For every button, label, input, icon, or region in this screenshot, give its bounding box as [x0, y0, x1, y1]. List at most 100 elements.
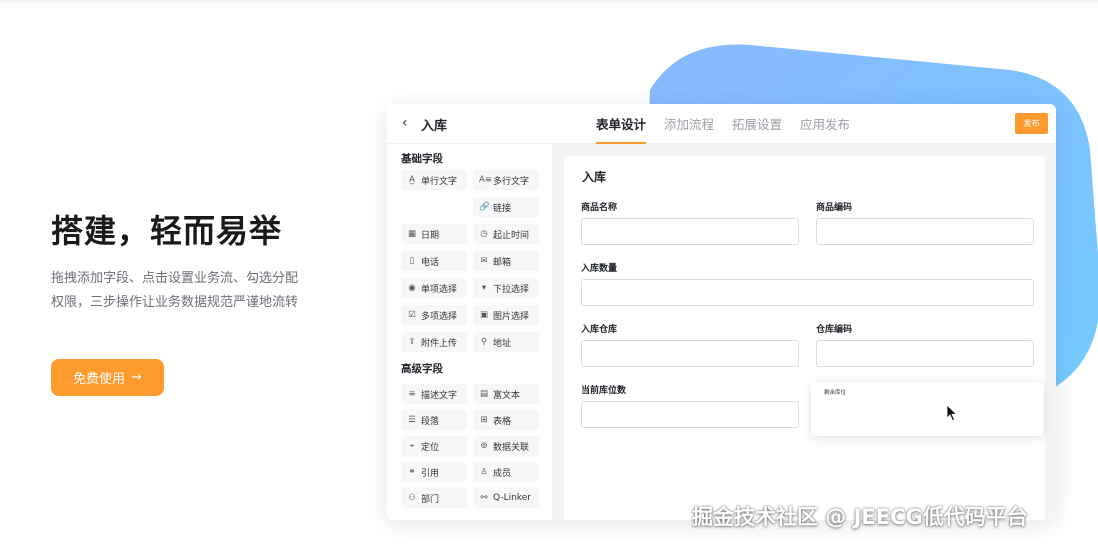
- field-member[interactable]: ♙ 成员: [473, 462, 539, 482]
- top-divider: [0, 0, 1098, 3]
- field-label: 部门: [421, 494, 440, 505]
- field-table[interactable]: ⊞ 表格: [473, 410, 539, 430]
- hero-title: 搭建，轻而易举: [51, 212, 283, 250]
- publish-button[interactable]: 发布: [1015, 113, 1048, 134]
- field-label: 地址: [493, 338, 512, 349]
- field-address[interactable]: ⚲ 地址: [473, 332, 539, 352]
- tab-form-design[interactable]: 表单设计: [596, 114, 647, 144]
- calendar-icon: ▦: [407, 229, 417, 239]
- field-label: 段落: [421, 416, 440, 427]
- linker-icon: ⚯: [480, 493, 488, 503]
- label-product-name: 商品名称: [581, 203, 618, 213]
- mouse-pointer-icon: [946, 404, 958, 422]
- field-label: 多行文字: [493, 176, 530, 187]
- location-icon: ⚲: [480, 337, 488, 347]
- back-icon[interactable]: ‹: [402, 115, 408, 131]
- field-phone[interactable]: ▯ 电话: [401, 251, 467, 271]
- field-link[interactable]: 🔗 链接: [473, 197, 539, 217]
- field-label: 日期: [421, 230, 440, 241]
- label-bin: 当前库位数: [581, 386, 627, 396]
- label-warehouse-code: 仓库编码: [816, 325, 853, 335]
- form-title: 入库: [582, 170, 607, 184]
- clock-icon: ◷: [480, 229, 488, 239]
- field-reference[interactable]: ⚭ 引用: [401, 462, 467, 482]
- paragraph-icon: ☰: [408, 415, 416, 425]
- text-icon: A̲: [409, 175, 415, 185]
- tab-extend-settings[interactable]: 拓展设置: [732, 114, 782, 144]
- field-dropdown[interactable]: ▾ 下拉选择: [473, 278, 539, 298]
- product-name-input[interactable]: [581, 218, 799, 245]
- upload-icon: ⇪: [408, 337, 416, 347]
- field-single-line-text[interactable]: A̲ 单行文字: [401, 170, 467, 190]
- field-label: 单行文字: [421, 176, 458, 187]
- quantity-input[interactable]: [581, 279, 1034, 306]
- pin-icon: ⌖: [409, 441, 415, 451]
- field-multi-line-text[interactable]: A≡ 多行文字: [473, 170, 539, 190]
- field-data-relation[interactable]: ⊚ 数据关联: [473, 436, 539, 456]
- dropdown-icon: ▾: [481, 283, 487, 293]
- product-code-input[interactable]: [816, 218, 1034, 245]
- advanced-fields-title: 高级字段: [401, 363, 443, 375]
- field-q-linker[interactable]: ⚯ Q-Linker: [473, 488, 539, 508]
- field-label: 成员: [493, 468, 512, 479]
- field-multi-choice[interactable]: ☑ 多项选择: [401, 305, 467, 325]
- field-label: 富文本: [493, 390, 521, 401]
- field-email[interactable]: ✉ 邮箱: [473, 251, 539, 271]
- field-time-range[interactable]: ◷ 起止时间: [473, 224, 539, 244]
- label-quantity: 入库数量: [581, 264, 618, 274]
- bin-input[interactable]: [581, 401, 799, 428]
- arrow-right-icon: →: [131, 370, 142, 385]
- field-label: 引用: [421, 468, 440, 479]
- mail-icon: ✉: [480, 256, 488, 266]
- field-label: Q-Linker: [493, 493, 531, 503]
- field-label: 图片选择: [493, 311, 530, 322]
- reference-icon: ⚭: [408, 467, 416, 477]
- table-icon: ⊞: [480, 415, 488, 425]
- field-palette: 基础字段 A̲ 单行文字 A≡ 多行文字 🔗 链接 ▦ 日期 ◷ 起止时间 ▯ 电话 ✉ 邮箱…: [387, 144, 552, 520]
- tab-add-process[interactable]: 添加流程: [664, 114, 714, 144]
- field-positioning[interactable]: ⌖ 定位: [401, 436, 467, 456]
- field-label: 单项选择: [421, 284, 458, 295]
- field-label: 描述文字: [421, 390, 458, 401]
- field-description[interactable]: ≡ 描述文字: [401, 384, 467, 404]
- field-attachment[interactable]: ⇪ 附件上传: [401, 332, 467, 352]
- field-date[interactable]: ▦ 日期: [401, 224, 467, 244]
- field-label: 表格: [493, 416, 512, 427]
- field-image-choice[interactable]: ▣ 图片选择: [473, 305, 539, 325]
- step-tabs: 表单设计 添加流程 拓展设置 应用发布: [596, 114, 850, 144]
- field-label: 定位: [421, 442, 440, 453]
- field-label: 邮箱: [493, 257, 512, 268]
- checkbox-icon: ☑: [408, 310, 416, 320]
- page: 搭建，轻而易举 拖拽添加字段、点击设置业务流、勾选分配权限，三步操作让业务数据规…: [0, 0, 1098, 547]
- field-label: 电话: [421, 257, 440, 268]
- form-designer-window: ‹ 入库 表单设计 添加流程 拓展设置 应用发布 发布 基础字段 A̲ 单行文字 …: [387, 104, 1056, 520]
- field-label: 链接: [493, 203, 512, 214]
- label-product-code: 商品编码: [816, 203, 853, 213]
- field-label: 起止时间: [493, 230, 530, 241]
- phone-icon: ▯: [409, 256, 415, 266]
- form-canvas: [564, 156, 1045, 520]
- window-header: ‹ 入库 表单设计 添加流程 拓展设置 应用发布 发布: [387, 104, 1056, 144]
- field-department[interactable]: ⚇ 部门: [401, 488, 467, 508]
- hero-description: 拖拽添加字段、点击设置业务流、勾选分配权限，三步操作让业务数据规范严谨地流转: [51, 271, 299, 310]
- field-rich-text[interactable]: ▤ 富文本: [473, 384, 539, 404]
- link-icon: 🔗: [479, 202, 490, 212]
- rich-text-icon: ▤: [479, 389, 489, 399]
- window-title: 入库: [421, 119, 448, 134]
- warehouse-input[interactable]: [581, 340, 799, 367]
- field-label: 下拉选择: [493, 284, 530, 295]
- relation-icon: ⊚: [480, 441, 488, 451]
- free-trial-button[interactable]: 免费使用 →: [51, 359, 164, 396]
- field-single-choice[interactable]: ◉ 单项选择: [401, 278, 467, 298]
- watermark-text: 掘金技术社区 @ JEECG低代码平台: [692, 505, 1028, 529]
- multiline-text-icon: A≡: [479, 175, 492, 185]
- field-paragraph[interactable]: ☰ 段落: [401, 410, 467, 430]
- cta-label: 免费使用: [73, 372, 126, 387]
- warehouse-code-input[interactable]: [816, 340, 1034, 367]
- radio-icon: ◉: [408, 283, 416, 293]
- description-icon: ≡: [408, 389, 416, 399]
- dragging-field-label: 剩余库位: [824, 390, 847, 396]
- tab-app-publish[interactable]: 应用发布: [800, 114, 850, 144]
- basic-fields-title: 基础字段: [401, 153, 443, 165]
- user-icon: ♙: [480, 467, 488, 477]
